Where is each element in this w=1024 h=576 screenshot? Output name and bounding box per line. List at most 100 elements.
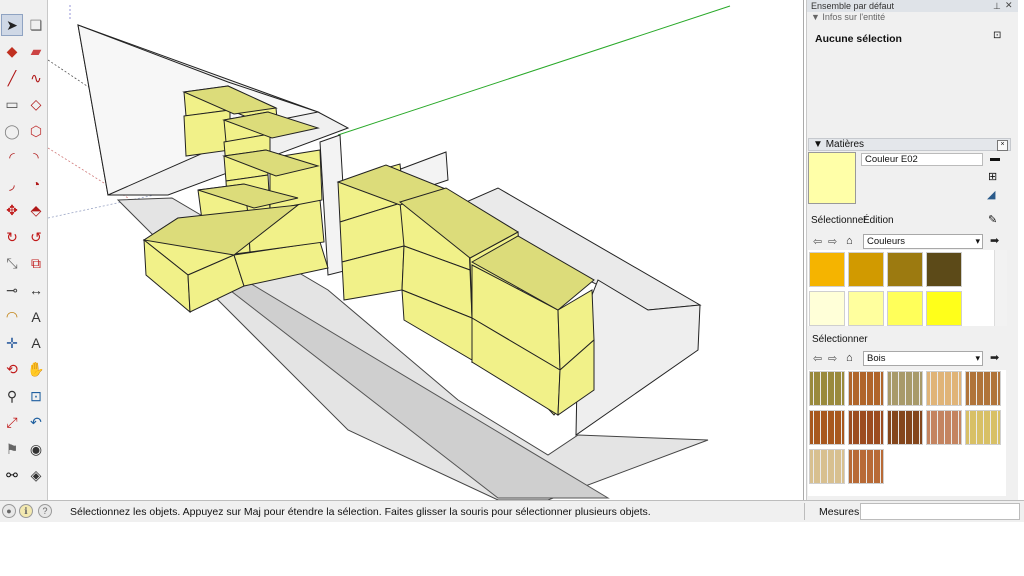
status-divider: [804, 503, 805, 520]
3d-text-icon[interactable]: A: [26, 333, 46, 353]
zoom-window-icon[interactable]: ⊡: [26, 386, 46, 406]
color-swatch[interactable]: [926, 252, 962, 287]
geolocation-icon[interactable]: ●: [2, 504, 16, 518]
wood-library-select[interactable]: Bois ▾: [863, 351, 983, 366]
two-point-arc-icon[interactable]: ◝: [26, 148, 46, 168]
home-icon[interactable]: ⌂: [846, 235, 853, 247]
zoom-icon[interactable]: ⚲: [2, 386, 22, 406]
walk-icon[interactable]: ⚯: [2, 466, 22, 486]
entity-info-header[interactable]: ▼ Infos sur l'entité: [807, 12, 1018, 24]
wood-swatch-grid: [808, 370, 1006, 496]
protractor-icon[interactable]: ◠: [2, 307, 22, 327]
rectangle-icon[interactable]: ▭: [2, 95, 22, 115]
wood-swatch[interactable]: [809, 449, 845, 484]
tray-title: Ensemble par défaut: [807, 0, 1018, 12]
wood-swatch[interactable]: [965, 410, 1001, 445]
position-camera-icon[interactable]: ⚑: [2, 439, 22, 459]
axes-icon[interactable]: ✛: [2, 333, 22, 353]
credits-icon[interactable]: ℹ: [19, 504, 33, 518]
color-swatch[interactable]: [887, 252, 923, 287]
chevron-down-icon: ▾: [975, 353, 980, 363]
pie-icon[interactable]: ◔: [26, 174, 46, 194]
color-swatch[interactable]: [926, 291, 962, 326]
color-swatch[interactable]: [809, 252, 845, 287]
entity-info-panel: Aucune sélection ⊡: [809, 26, 1015, 138]
measurements-box[interactable]: [860, 503, 1020, 520]
sample-paint-icon[interactable]: ✎: [988, 213, 997, 226]
pin-icon[interactable]: ⊥: [993, 1, 1001, 12]
secondary-select-label: Sélectionner: [812, 334, 868, 345]
wood-swatch[interactable]: [887, 410, 923, 445]
toggle-details-icon[interactable]: ⊡: [993, 30, 1001, 41]
wood-library-value: Bois: [867, 353, 886, 364]
wood-swatch[interactable]: [887, 371, 923, 406]
select-icon[interactable]: ➤: [1, 14, 23, 36]
rotated-rectangle-icon[interactable]: ◇: [26, 95, 46, 115]
dimensions-icon[interactable]: ↔: [26, 280, 46, 300]
wood-swatch[interactable]: [926, 410, 962, 445]
color-swatch[interactable]: [848, 252, 884, 287]
back-icon[interactable]: ⇦: [813, 235, 822, 248]
wood-swatch[interactable]: [926, 371, 962, 406]
colors-library-select[interactable]: Couleurs ▾: [863, 234, 983, 249]
details-arrow-icon[interactable]: ➡: [990, 234, 999, 247]
green-axis: [337, 5, 731, 136]
text-icon[interactable]: A: [26, 307, 46, 327]
wood-swatch[interactable]: [809, 371, 845, 406]
offset-icon[interactable]: ⧉: [26, 254, 46, 274]
model-scene: [48, 5, 731, 500]
push-pull-icon[interactable]: ⬘: [26, 201, 46, 221]
color-swatch[interactable]: [887, 291, 923, 326]
zoom-extents-icon[interactable]: ⤢: [2, 413, 22, 433]
create-material-icon[interactable]: ⊞: [988, 170, 997, 183]
wood-swatch[interactable]: [848, 371, 884, 406]
material-name-field[interactable]: Couleur E02: [861, 153, 983, 166]
wood-swatch[interactable]: [809, 410, 845, 445]
model-viewport[interactable]: [48, 0, 804, 500]
colors-nav-row: ⇦ ⇨ ⌂ Couleurs ▾ ➡: [808, 234, 1016, 250]
scale-icon[interactable]: ⤡: [2, 254, 22, 274]
make-component-icon[interactable]: ❏: [26, 15, 46, 35]
orbit-icon[interactable]: ⟲: [2, 360, 22, 380]
color-swatch[interactable]: [809, 291, 845, 326]
forward-icon[interactable]: ⇨: [828, 235, 837, 248]
pan-icon[interactable]: ✋: [26, 360, 46, 380]
default-material-icon[interactable]: ◢: [987, 188, 995, 201]
freehand-icon[interactable]: ∿: [26, 68, 46, 88]
forward-icon[interactable]: ⇨: [828, 352, 837, 365]
help-icon[interactable]: ?: [38, 504, 52, 518]
home-icon[interactable]: ⌂: [846, 352, 853, 364]
material-preview: [808, 152, 856, 204]
wood-swatch[interactable]: [965, 371, 1001, 406]
close-materials-icon[interactable]: ×: [997, 140, 1008, 151]
section-plane-icon[interactable]: ◈: [26, 466, 46, 486]
entity-info-label: Infos sur l'entité: [822, 12, 886, 22]
status-message: Sélectionnez les objets. Appuyez sur Maj…: [70, 506, 651, 518]
wood-swatch[interactable]: [848, 410, 884, 445]
close-tray-icon[interactable]: ✕: [1005, 0, 1013, 11]
back-icon[interactable]: ⇦: [813, 352, 822, 365]
paint-bucket-icon[interactable]: ◆: [2, 42, 22, 62]
details-arrow-icon[interactable]: ➡: [990, 351, 999, 364]
move-icon[interactable]: ✥: [2, 201, 22, 221]
wood-swatch[interactable]: [848, 449, 884, 484]
tape-measure-icon[interactable]: ⊸: [2, 280, 22, 300]
look-around-icon[interactable]: ◉: [26, 439, 46, 459]
three-point-arc-icon[interactable]: ◞: [2, 174, 22, 194]
line-icon[interactable]: ╱: [2, 68, 22, 88]
colors-scrollbar[interactable]: [994, 250, 1007, 326]
circle-icon[interactable]: ◯: [2, 121, 22, 141]
previous-view-icon[interactable]: ↶: [26, 413, 46, 433]
arc-icon[interactable]: ◜: [2, 148, 22, 168]
follow-me-icon[interactable]: ↺: [26, 227, 46, 247]
tab-edit[interactable]: Édition: [863, 215, 894, 226]
collapse-icon: ▼: [813, 139, 823, 150]
tools-palette: ➤ ❏ ◆ ▰ ╱ ∿ ▭ ◇ ◯ ⬡ ◜ ◝ ◞ ◔ ✥ ⬘ ↻ ↺ ⤡ ⧉ ⊸ ↔ ◠ A ✛ A ⟲ ✋ ⚲ ⊡ ⤢ ↶ ⚑ ◉ ⚯ ◈: [0, 0, 48, 500]
polygon-icon[interactable]: ⬡: [26, 121, 46, 141]
eraser-icon[interactable]: ▰: [26, 42, 46, 62]
rotate-icon[interactable]: ↻: [2, 227, 22, 247]
materials-header[interactable]: ▼ Matières ×: [808, 138, 1011, 151]
display-secondary-pane-icon[interactable]: ▬: [990, 153, 1000, 164]
tab-select[interactable]: Sélectionner: [811, 215, 867, 226]
color-swatch[interactable]: [848, 291, 884, 326]
